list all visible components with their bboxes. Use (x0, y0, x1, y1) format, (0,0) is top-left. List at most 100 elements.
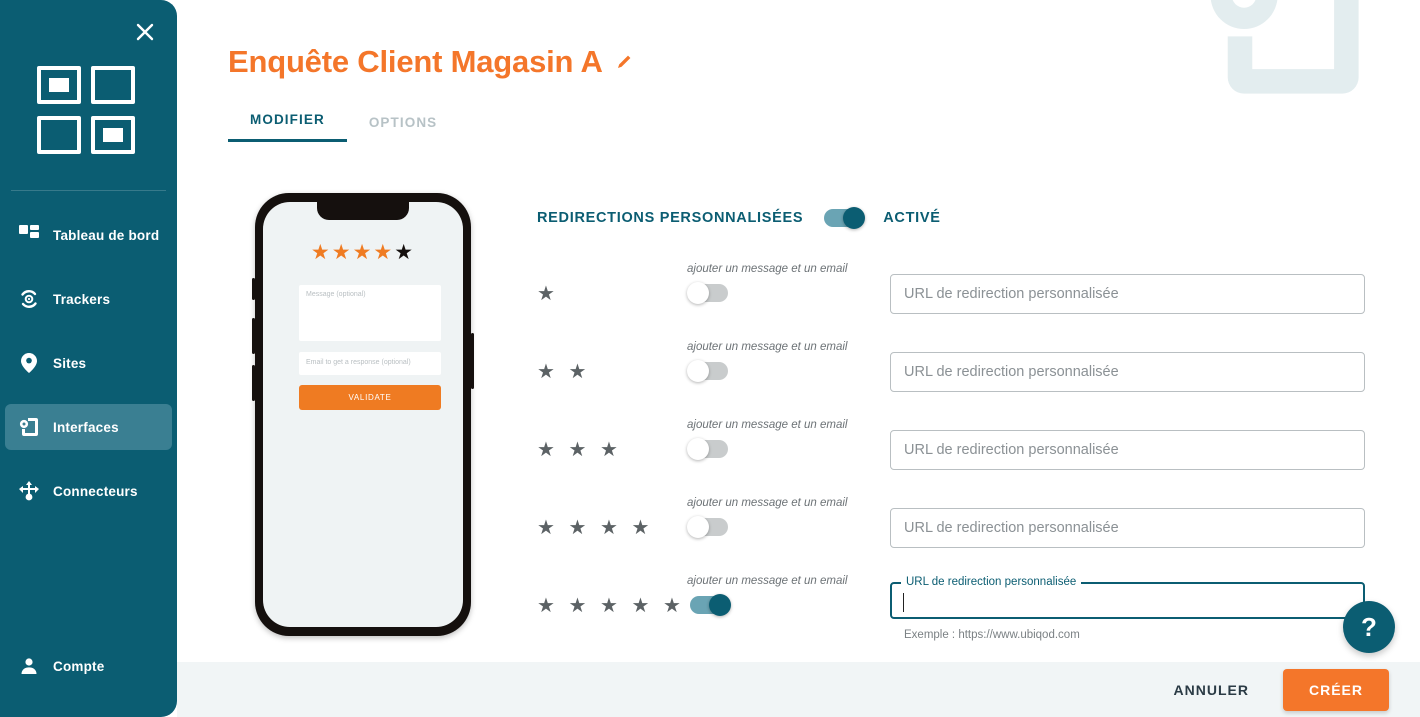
logo-cell-3 (37, 116, 81, 154)
phone-preview: ★★★★★ Message (optional) Email to get a … (252, 193, 474, 636)
close-icon[interactable] (129, 16, 161, 48)
ubiqod-logo (37, 66, 137, 164)
redirections-section-label: REDIRECTIONS PERSONNALISÉES (537, 210, 804, 226)
action-bar: ANNULER CRÉER (177, 662, 1420, 717)
tabs: MODIFIER OPTIONS (228, 112, 459, 142)
phone-button-power (471, 333, 474, 389)
row-url-input-label: URL de redirection personnalisée (906, 576, 1077, 588)
phone-email-placeholder: Email to get a response (optional) (306, 359, 411, 366)
row-url-helper-text: Exemple : https://www.ubiqod.com (904, 629, 1080, 641)
row-url-input-wrap (890, 274, 1365, 314)
row-url-input[interactable] (890, 508, 1365, 548)
redirection-row: ★ ★ ★ ajouter un message et un email (537, 411, 1387, 489)
sidebar-item-compte-inner[interactable]: Compte (5, 643, 172, 689)
toggle-knob (687, 360, 709, 382)
interface-icon (17, 415, 41, 439)
row-message-toggle-group: ajouter un message et un email (687, 263, 887, 304)
row-url-input-wrap-focused[interactable]: URL de redirection personnalisée Exemple… (890, 576, 1365, 641)
phone-button-volume-down (252, 365, 255, 401)
toggle-knob (843, 207, 866, 229)
main-content: Enquête Client Magasin A MODIFIER OPTION… (177, 0, 1420, 717)
sidebar-item-label: Compte (53, 658, 105, 674)
pencil-icon[interactable] (615, 53, 633, 71)
phone-star-5: ★ (394, 241, 416, 264)
row-star-rating: ★ (537, 283, 559, 305)
row-url-input[interactable] (890, 430, 1365, 470)
row-message-label: ajouter un message et un email (687, 575, 848, 587)
row-message-label: ajouter un message et un email (687, 497, 848, 509)
connector-icon (17, 479, 41, 503)
row-message-label: ajouter un message et un email (687, 419, 848, 431)
pin-icon (17, 351, 41, 375)
row-message-toggle-group: ajouter un message et un email (687, 419, 887, 460)
toggle-knob (687, 438, 709, 460)
sidebar-item-label: Tableau de bord (53, 227, 160, 243)
phone-star-3: ★ (352, 241, 374, 264)
logo-cell-4 (91, 116, 135, 154)
help-button[interactable]: ? (1343, 601, 1395, 653)
create-button[interactable]: CRÉER (1282, 668, 1389, 711)
row-star-rating: ★ ★ ★ (537, 439, 622, 461)
page-title: Enquête Client Magasin A (228, 44, 633, 80)
redirection-rows: ★ ajouter un message et un email ★ ★ ajo… (537, 255, 1387, 645)
phone-message-placeholder: Message (optional) (306, 291, 366, 298)
sidebar: Tableau de bord Trackers Sites Interface… (0, 0, 177, 717)
row-star-rating: ★ ★ (537, 361, 591, 383)
row-message-toggle-group: ajouter un message et un email (687, 497, 887, 538)
row-star-rating: ★ ★ ★ ★ (537, 517, 654, 539)
phone-notch (317, 202, 409, 220)
tab-modifier[interactable]: MODIFIER (228, 112, 347, 142)
row-message-label: ajouter un message et un email (687, 341, 848, 353)
redirection-row: ★ ★ ajouter un message et un email (537, 333, 1387, 411)
input-outline: URL de redirection personnalisée (890, 576, 1365, 619)
sidebar-item-label: Trackers (53, 291, 111, 307)
tracker-icon (17, 287, 41, 311)
sidebar-item-trackers[interactable]: Trackers (5, 276, 172, 322)
question-mark-icon: ? (1361, 611, 1377, 642)
row-url-input-wrap (890, 352, 1365, 392)
row-url-input-wrap (890, 430, 1365, 470)
row-message-toggle-group: ajouter un message et un email (687, 341, 887, 382)
redirections-header: REDIRECTIONS PERSONNALISÉES ACTIVÉ (537, 207, 941, 229)
redirections-master-toggle-state: ACTIVÉ (883, 210, 941, 226)
sidebar-item-label: Interfaces (53, 419, 119, 435)
phone-validate-button: VALIDATE (299, 385, 441, 410)
cancel-button[interactable]: ANNULER (1168, 672, 1255, 708)
phone-email-field: Email to get a response (optional) (299, 352, 441, 375)
page-title-text: Enquête Client Magasin A (228, 44, 603, 79)
toggle-knob (687, 516, 709, 538)
tab-options[interactable]: OPTIONS (347, 115, 459, 142)
phone-star-rating: ★★★★★ (263, 242, 463, 263)
row-message-label: ajouter un message et un email (687, 263, 848, 275)
sidebar-item-compte[interactable]: Compte (0, 643, 177, 707)
phone-star-2: ★ (331, 241, 353, 264)
toggle-knob (709, 594, 731, 616)
redirections-master-toggle[interactable] (821, 207, 866, 229)
row-message-toggle-group: ajouter un message et un email (687, 575, 887, 616)
sidebar-item-sites[interactable]: Sites (5, 340, 172, 386)
row-url-input-wrap (890, 508, 1365, 548)
phone-button-volume-up (252, 318, 255, 354)
sidebar-item-connecteurs[interactable]: Connecteurs (5, 468, 172, 514)
sidebar-item-interfaces[interactable]: Interfaces (5, 404, 172, 450)
sidebar-item-tableau-de-bord[interactable]: Tableau de bord (5, 212, 172, 258)
sidebar-item-label: Sites (53, 355, 87, 371)
phone-message-field: Message (optional) (299, 285, 441, 341)
sidebar-divider (11, 190, 166, 191)
text-caret (903, 593, 904, 612)
row-url-input[interactable] (890, 352, 1365, 392)
interface-watermark-icon (1190, 0, 1380, 110)
redirection-row: ★ ★ ★ ★ ajouter un message et un email (537, 489, 1387, 567)
phone-star-1: ★ (310, 241, 332, 264)
dashboard-icon (17, 223, 41, 247)
logo-cell-1 (37, 66, 81, 104)
phone-screen: ★★★★★ Message (optional) Email to get a … (263, 202, 463, 627)
redirection-row: ★ ★ ★ ★ ★ ajouter un message et un email… (537, 567, 1387, 645)
app-root: Tableau de bord Trackers Sites Interface… (0, 0, 1420, 717)
phone-star-4: ★ (373, 241, 395, 264)
toggle-knob (687, 282, 709, 304)
row-url-input[interactable] (890, 274, 1365, 314)
sidebar-item-label: Connecteurs (53, 483, 138, 499)
phone-button-silent (252, 278, 255, 300)
row-star-rating: ★ ★ ★ ★ ★ (537, 595, 685, 617)
